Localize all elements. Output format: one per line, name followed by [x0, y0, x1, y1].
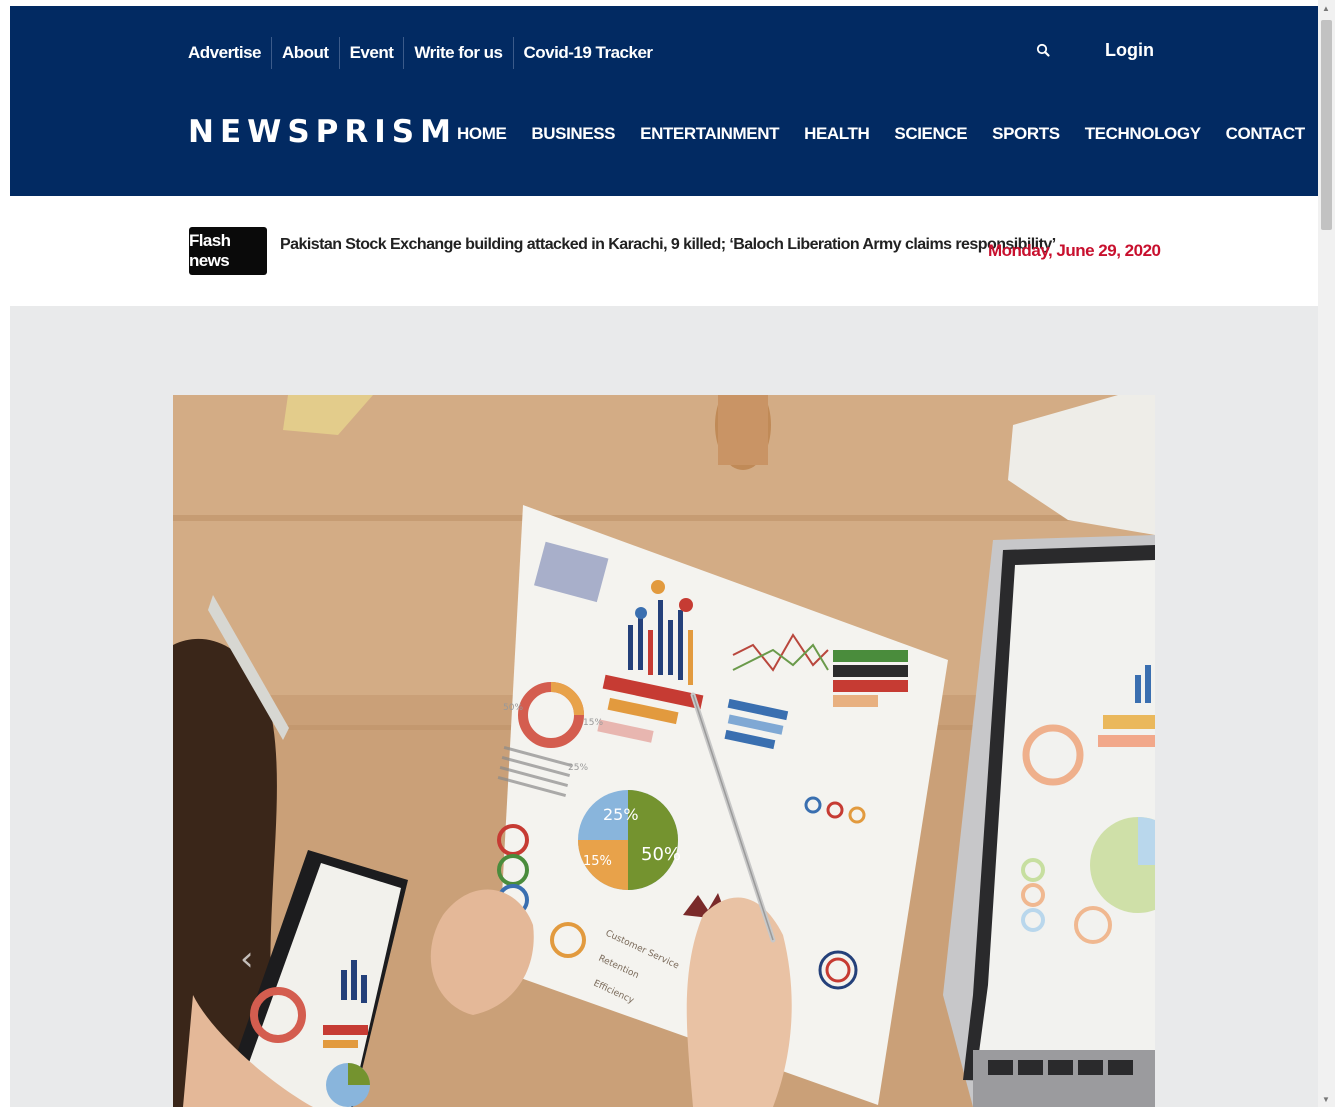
nav-technology[interactable]: TECHNOLOGY — [1085, 122, 1201, 146]
main-content: 25% 15% 50% 50% 15% 25% Customer Service… — [10, 306, 1318, 1107]
hero-image: 25% 15% 50% 50% 15% 25% Customer Service… — [173, 395, 1155, 1107]
write-for-us-link[interactable]: Write for us — [404, 38, 512, 68]
nav-health[interactable]: HEALTH — [804, 122, 870, 146]
advertise-link[interactable]: Advertise — [188, 38, 271, 68]
scrollbar-thumb[interactable] — [1321, 20, 1332, 230]
page-scrollbar[interactable]: ▲ ▼ — [1318, 0, 1335, 1107]
nav-contact[interactable]: CONTACT — [1226, 122, 1305, 146]
top-links: Advertise About Event Write for us Covid… — [188, 37, 663, 69]
hero-slider[interactable]: 25% 15% 50% 50% 15% 25% Customer Service… — [173, 395, 1155, 1107]
main-nav: HOME BUSINESS ENTERTAINMENT HEALTH SCIEN… — [457, 122, 1305, 146]
nav-entertainment[interactable]: ENTERTAINMENT — [640, 122, 779, 146]
nav-sports[interactable]: SPORTS — [992, 122, 1060, 146]
nav-science[interactable]: SCIENCE — [894, 122, 967, 146]
scroll-up-icon[interactable]: ▲ — [1322, 4, 1330, 13]
login-link[interactable]: Login — [1105, 40, 1154, 61]
scroll-down-icon[interactable]: ▼ — [1322, 1095, 1330, 1104]
flash-headline-link[interactable]: Pakistan Stock Exchange building attacke… — [280, 236, 1056, 254]
site-header: Advertise About Event Write for us Covid… — [10, 6, 1318, 196]
search-icon[interactable] — [1033, 40, 1055, 62]
about-link[interactable]: About — [272, 38, 339, 68]
top-bar: Advertise About Event Write for us Covid… — [10, 6, 1318, 98]
flash-news-badge: Flash news — [189, 227, 267, 275]
nav-business[interactable]: BUSINESS — [531, 122, 615, 146]
pie-label-50: 50% — [641, 844, 681, 865]
chevron-left-icon[interactable]: ‹ — [240, 939, 254, 979]
covid-tracker-link[interactable]: Covid-19 Tracker — [514, 38, 663, 68]
site-logo[interactable]: NEWSPRISM — [188, 114, 457, 150]
donut-label-15: 15% — [583, 718, 603, 728]
donut-label-50: 50% — [503, 703, 523, 713]
pie-label-15: 15% — [583, 854, 612, 869]
nav-home[interactable]: HOME — [457, 122, 507, 146]
current-date: Monday, June 29, 2020 — [988, 241, 1161, 260]
flash-news-bar: Flash news Pakistan Stock Exchange build… — [10, 196, 1318, 306]
event-link[interactable]: Event — [340, 38, 404, 68]
pie-label-25: 25% — [603, 805, 639, 824]
